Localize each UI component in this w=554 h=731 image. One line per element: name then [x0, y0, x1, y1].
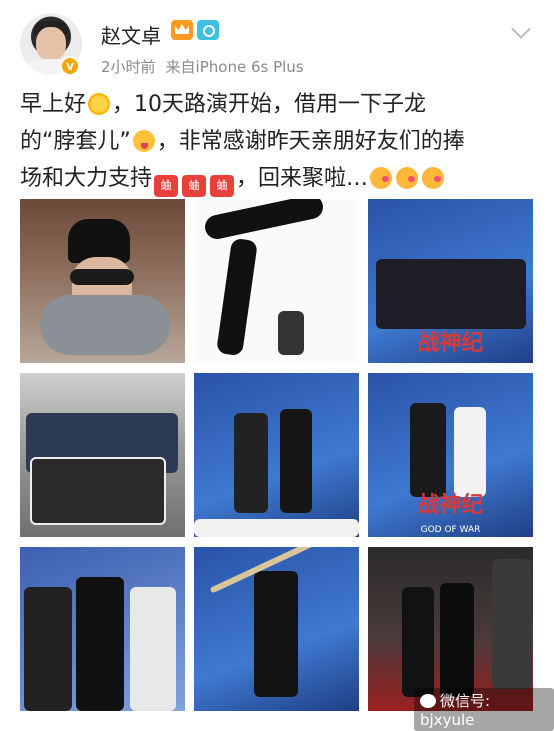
- cheer-emoji-icon: 蛐: [182, 175, 207, 197]
- post-text-line3b: ，回来聚啦…: [236, 166, 369, 191]
- photo-2[interactable]: [194, 199, 359, 363]
- wechat-icon: [420, 694, 436, 708]
- photo-6-title: 战神纪: [417, 492, 484, 518]
- photo-2-brush: [202, 199, 326, 242]
- post-time: 2小时前: [101, 58, 156, 76]
- photo-8[interactable]: [194, 547, 359, 711]
- photo-9-person: [402, 587, 434, 697]
- photo-2-brush: [216, 237, 258, 357]
- user-name[interactable]: 赵文卓: [101, 20, 161, 49]
- photo-9-poster: [492, 559, 532, 689]
- vip-crown-icon: [171, 20, 193, 40]
- post-text: 早上好 ，10天路演开始，借用一下子龙 的“脖套儿” ，非常感谢昨天亲朋好友们的捧 …: [20, 86, 540, 197]
- photo-9-person: [440, 583, 474, 697]
- photo-6-person: [454, 407, 486, 497]
- photo-9[interactable]: [368, 547, 533, 711]
- photo-3-title: 战神纪: [417, 330, 484, 356]
- photo-3-crowd: [376, 259, 526, 329]
- verified-badge-icon: v: [60, 56, 80, 76]
- kiss-emoji-icon: [396, 167, 419, 189]
- photo-2-figure: [278, 311, 304, 355]
- photo-4-banner: [30, 457, 166, 525]
- post-text-line1b: ，10天路演开始，借用一下子龙: [112, 92, 427, 117]
- photo-5-person: [280, 409, 312, 513]
- post-text-line3a: 场和大力支持: [20, 166, 153, 191]
- photo-8-person: [254, 571, 298, 697]
- post-source: 来自iPhone 6s Plus: [165, 58, 304, 76]
- photo-6-person: [410, 403, 446, 497]
- post-meta: 2小时前 来自iPhone 6s Plus: [101, 56, 304, 77]
- post-text-line1a: 早上好: [20, 92, 87, 117]
- kiss-emoji-icon: [370, 167, 393, 189]
- photo-7-person: [76, 577, 124, 711]
- camera-badge-icon: [197, 20, 219, 40]
- photo-1-sunglasses: [70, 269, 134, 285]
- post-text-line2a: 的“脖套儿”: [20, 129, 131, 154]
- photo-5-stage: [194, 519, 359, 537]
- photo-7-person: [130, 587, 176, 711]
- chevron-down-icon[interactable]: [511, 19, 531, 39]
- kiss-emoji-icon: [422, 167, 445, 189]
- cheer-emoji-icon: 蛐: [210, 175, 235, 197]
- photo-5[interactable]: [194, 373, 359, 537]
- photo-1[interactable]: [20, 199, 185, 363]
- post-text-line2b: ，非常感谢昨天亲朋好友们的捧: [156, 129, 465, 154]
- photo-4[interactable]: [20, 373, 185, 537]
- cheer-emoji-icon: 蛐: [154, 175, 179, 197]
- avatar-face: [36, 27, 66, 61]
- photo-3[interactable]: 战神纪: [368, 199, 533, 363]
- photo-5-person: [234, 413, 268, 513]
- sun-emoji-icon: [88, 93, 111, 115]
- photo-6[interactable]: 战神纪 GOD OF WAR: [368, 373, 533, 537]
- tongue-emoji-icon: [132, 130, 155, 152]
- wechat-watermark: 微信号: bjxyule: [414, 688, 554, 731]
- photo-7-person: [24, 587, 72, 711]
- photo-6-subtitle: GOD OF WAR: [420, 525, 481, 535]
- photo-1-neck-pillow: [40, 295, 170, 355]
- photo-7[interactable]: [20, 547, 185, 711]
